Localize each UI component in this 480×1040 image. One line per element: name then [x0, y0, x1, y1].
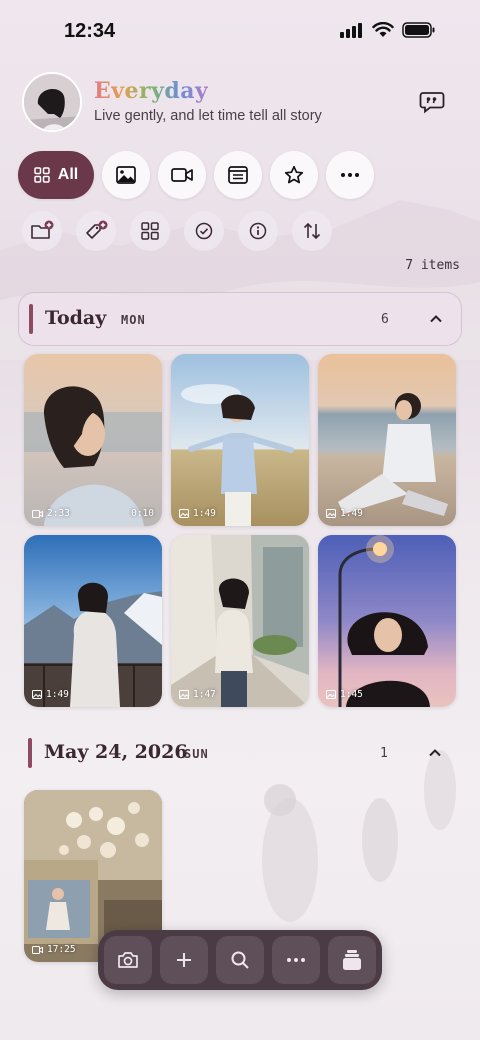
section-count: 1	[380, 746, 388, 761]
folder-add-icon	[31, 220, 54, 239]
image-icon	[326, 690, 336, 699]
search-button[interactable]	[216, 936, 264, 984]
bottom-dock	[98, 930, 382, 990]
camera-icon	[118, 952, 138, 968]
media-time: 17:25	[47, 944, 76, 955]
image-icon	[116, 166, 136, 184]
grid-icon	[141, 222, 159, 240]
filter-videos-tab[interactable]	[158, 151, 206, 199]
feedback-button[interactable]	[418, 88, 446, 116]
filter-tabs: All	[18, 151, 374, 201]
profile-header: Everyday Live gently, and let time tell …	[22, 72, 458, 132]
photo-field	[171, 354, 309, 526]
photo-street	[171, 535, 309, 707]
media-meta: 2:33	[32, 508, 70, 519]
new-album-button[interactable]	[22, 211, 62, 251]
search-icon	[231, 951, 249, 969]
photo-grid-today: 2:33 0:10 1:49 1:49 1:49 1:47 1:45	[24, 354, 456, 707]
section-header-today[interactable]: Today MON 6	[18, 292, 462, 346]
video-icon	[32, 945, 43, 954]
status-bar: 12:34	[0, 0, 480, 64]
wifi-icon	[372, 22, 394, 37]
avatar[interactable]	[22, 72, 82, 132]
app-title-text: Everyday	[94, 78, 209, 104]
video-icon	[171, 168, 193, 182]
quote-bubble-icon	[419, 92, 445, 114]
photo-beach-portrait	[24, 354, 162, 526]
media-thumbnail[interactable]: 1:49	[171, 354, 309, 526]
layout-button[interactable]	[130, 211, 170, 251]
section-header-date[interactable]: May 24, 2026 SUN 1	[18, 727, 462, 781]
media-thumbnail[interactable]: 1:49	[318, 354, 456, 526]
sort-button[interactable]	[292, 211, 332, 251]
media-time: 2:33	[47, 508, 70, 519]
image-icon	[179, 509, 189, 518]
media-meta: 1:45	[326, 689, 363, 700]
media-meta: 1:47	[179, 689, 216, 700]
filter-all-tab[interactable]: All	[18, 151, 94, 199]
camera-button[interactable]	[104, 936, 152, 984]
media-time: 1:49	[193, 508, 216, 519]
more-icon	[287, 958, 305, 962]
media-meta: 1:49	[326, 508, 363, 519]
app-subtitle: Live gently, and let time tell all story	[94, 108, 322, 124]
photo-dusk	[318, 535, 456, 707]
filter-documents-tab[interactable]	[214, 151, 262, 199]
add-button[interactable]	[160, 936, 208, 984]
media-thumbnail[interactable]: 1:47	[171, 535, 309, 707]
video-icon	[32, 509, 43, 518]
status-time: 12:34	[64, 20, 116, 42]
section-count: 6	[381, 312, 389, 327]
item-count: 7 items	[405, 258, 460, 273]
albums-button[interactable]	[328, 936, 376, 984]
battery-icon	[402, 22, 435, 38]
filter-all-label: All	[57, 166, 79, 183]
select-button[interactable]	[184, 211, 224, 251]
media-duration: 0:10	[131, 508, 154, 519]
media-meta: 1:49	[32, 689, 69, 700]
more-button[interactable]	[272, 936, 320, 984]
sort-icon	[303, 222, 321, 240]
section-accent-bar	[28, 738, 32, 768]
media-meta: 1:49	[179, 508, 216, 519]
info-button[interactable]	[238, 211, 278, 251]
photo-beach-sitting	[318, 354, 456, 526]
tag-add-icon	[86, 220, 108, 239]
app-title: Everyday	[94, 78, 208, 104]
plus-icon	[177, 953, 191, 967]
status-icons	[340, 22, 436, 38]
add-tag-button[interactable]	[76, 211, 116, 251]
media-meta: 17:25	[32, 944, 76, 955]
media-thumbnail[interactable]: 1:45	[318, 535, 456, 707]
media-thumbnail[interactable]: 1:49	[24, 535, 162, 707]
more-icon	[341, 173, 359, 177]
media-thumbnail[interactable]: 2:33 0:10	[24, 354, 162, 526]
section-title: May 24, 2026	[44, 741, 188, 763]
media-time: 1:49	[46, 689, 69, 700]
chevron-up-icon[interactable]	[426, 744, 444, 762]
image-icon	[326, 509, 336, 518]
section-title: Today	[45, 307, 107, 329]
chevron-up-icon[interactable]	[427, 310, 445, 328]
document-icon	[228, 166, 248, 184]
filter-images-tab[interactable]	[102, 151, 150, 199]
star-icon	[284, 165, 304, 184]
media-time: 1:49	[340, 508, 363, 519]
media-time: 1:45	[340, 689, 363, 700]
toolbar	[22, 211, 332, 251]
image-icon	[32, 690, 42, 699]
section-weekday: MON	[121, 313, 146, 327]
section-accent-bar	[29, 304, 33, 334]
check-circle-icon	[195, 222, 213, 240]
grid-icon	[34, 167, 50, 183]
photo-mountains	[24, 535, 162, 707]
signal-icon	[340, 23, 362, 38]
section-weekday: SUN	[184, 747, 209, 761]
info-icon	[249, 222, 267, 240]
filter-favorites-tab[interactable]	[270, 151, 318, 199]
media-time: 1:47	[193, 689, 216, 700]
image-icon	[179, 690, 189, 699]
stack-icon	[343, 950, 361, 970]
filter-more-tab[interactable]	[326, 151, 374, 199]
